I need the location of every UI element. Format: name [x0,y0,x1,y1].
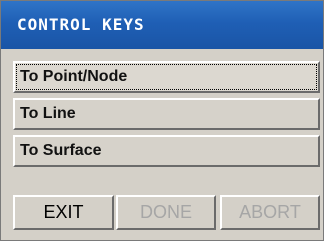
to-surface-label: To Surface [20,142,102,159]
done-button[interactable]: DONE [116,195,216,230]
window-title: CONTROL KEYS [17,15,145,34]
to-point-node-button[interactable]: To Point/Node [13,61,320,93]
abort-button[interactable]: ABORT [220,195,320,230]
control-keys-window: CONTROL KEYS To Point/Node To Line To Su… [0,0,324,241]
to-point-node-label: To Point/Node [20,68,128,85]
to-surface-button[interactable]: To Surface [13,135,320,167]
exit-button[interactable]: EXIT [13,195,114,230]
to-line-label: To Line [20,105,76,122]
control-key-list: To Point/Node To Line To Surface [13,61,320,172]
action-button-row: EXIT DONE ABORT [13,195,320,230]
title-bar: CONTROL KEYS [1,1,323,49]
to-line-button[interactable]: To Line [13,98,320,130]
